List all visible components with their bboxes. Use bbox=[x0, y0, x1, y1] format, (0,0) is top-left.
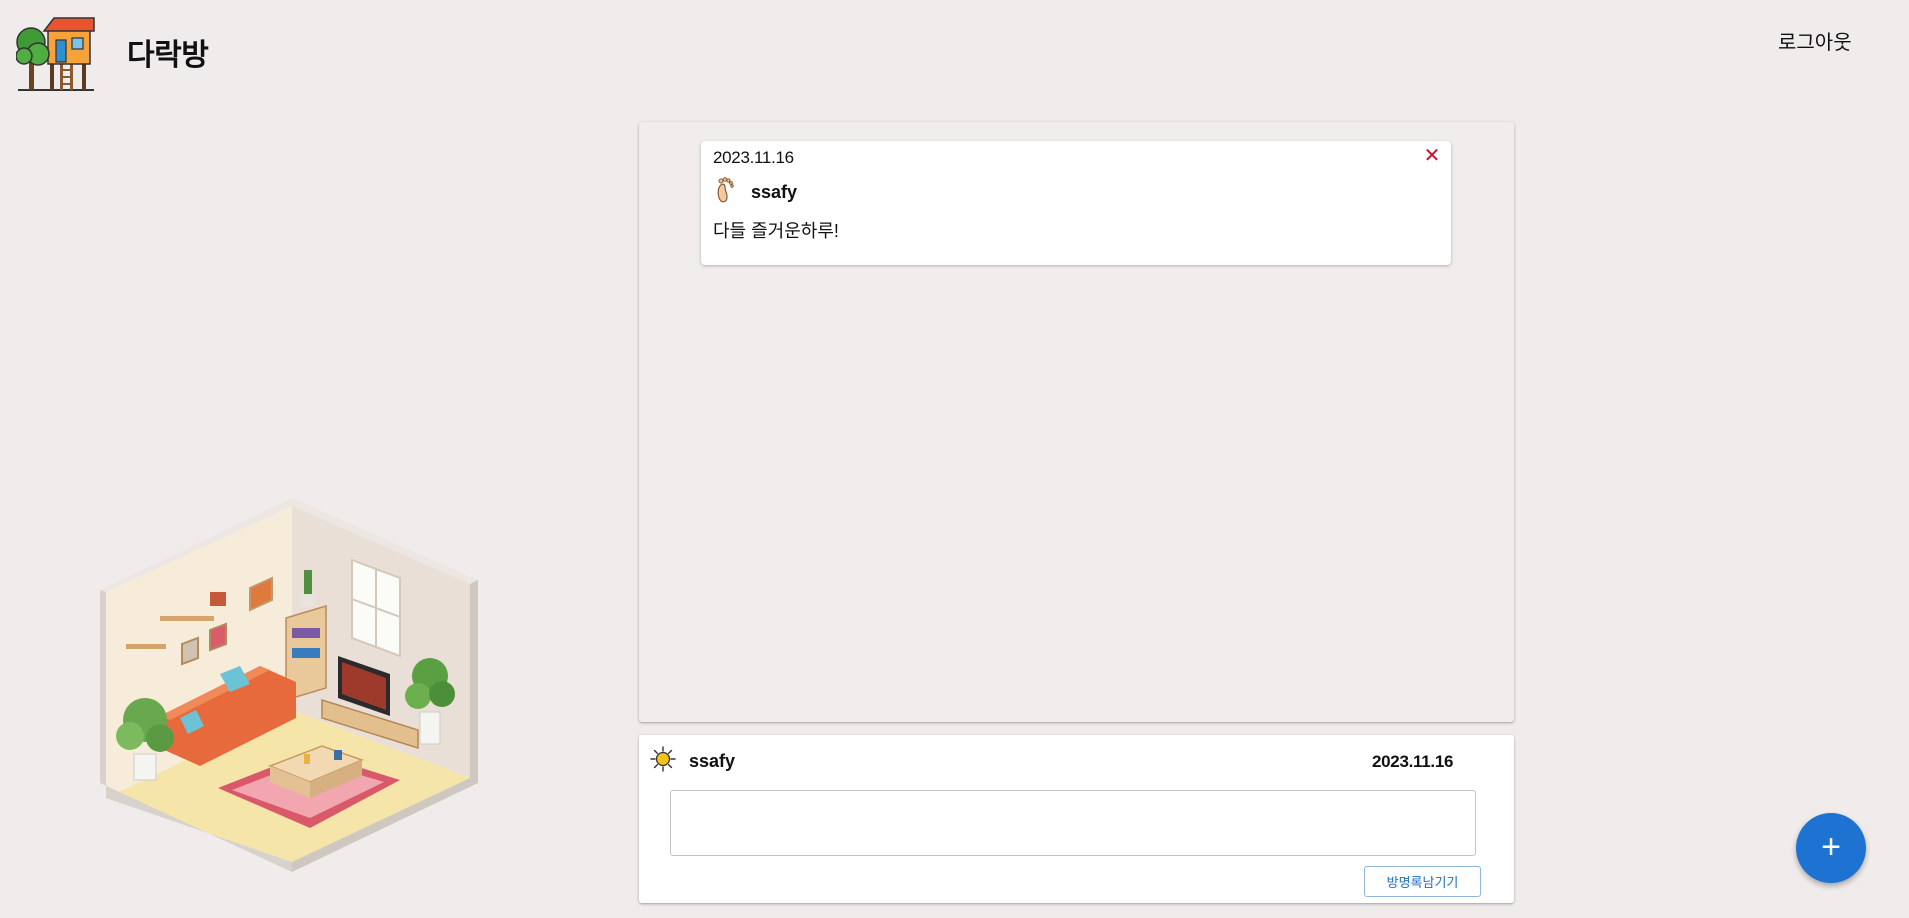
footprint-icon bbox=[713, 176, 737, 204]
guestbook-list-panel: 2023.11.16 ✕ ssafy 다들 즐거운하루! bbox=[639, 122, 1514, 722]
plus-icon: + bbox=[1821, 828, 1841, 866]
entry-username: ssafy bbox=[751, 182, 798, 202]
guestbook-page: 다락방 로그아웃 2023.11.16 ✕ ssafy 다들 즐거운하루! ss… bbox=[0, 0, 1909, 918]
submit-guestbook-button[interactable]: 방명록남기기 bbox=[1364, 866, 1481, 897]
entry-date: 2023.11.16 bbox=[713, 148, 794, 167]
add-button[interactable]: + bbox=[1796, 813, 1866, 883]
entry-message: 다들 즐거운하루! bbox=[713, 221, 839, 241]
logout-button[interactable]: 로그아웃 bbox=[1778, 26, 1852, 55]
sun-icon bbox=[650, 746, 676, 772]
room-illustration bbox=[100, 498, 478, 872]
treehouse-logo-icon[interactable] bbox=[15, 14, 96, 94]
delete-entry-button[interactable]: ✕ bbox=[1419, 143, 1445, 169]
brand-title: 다락방 bbox=[127, 39, 209, 72]
guestbook-entry-card: 2023.11.16 ✕ ssafy 다들 즐거운하루! bbox=[701, 141, 1451, 265]
guestbook-write-panel: ssafy 2023.11.16 방명록남기기 bbox=[639, 735, 1514, 903]
composer-username: ssafy bbox=[689, 751, 736, 771]
composer-date: 2023.11.16 bbox=[1372, 752, 1454, 771]
guestbook-message-input[interactable] bbox=[670, 790, 1476, 856]
